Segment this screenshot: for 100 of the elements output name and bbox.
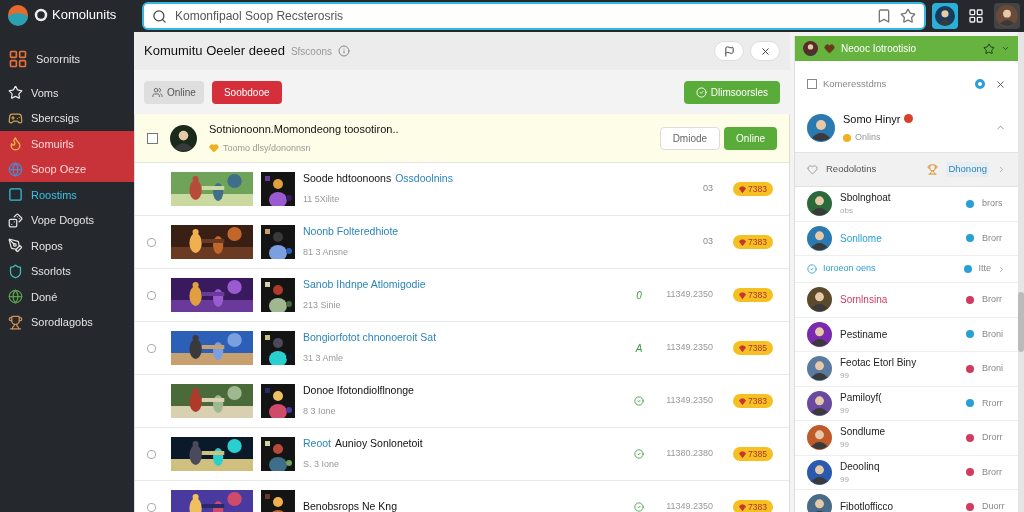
online-filter-button[interactable]: Online: [144, 80, 204, 104]
list-row[interactable]: Sanob Ihdnpe Atlomigodie 213 Sinie 0 11349.2350 7383: [135, 269, 789, 322]
friend-action[interactable]: Rrorr: [982, 396, 1006, 410]
star-icon[interactable]: [983, 42, 995, 55]
friend-action[interactable]: Brorr: [982, 293, 1006, 307]
title-link[interactable]: Sanob Ihdnpe Atlomigodie: [303, 277, 426, 294]
app-name: Komolunits: [52, 6, 117, 25]
sidebar-item[interactable]: Doné: [0, 284, 134, 310]
checkbox[interactable]: [147, 502, 156, 512]
friend-row[interactable]: Sbolnghoat obs brors: [795, 187, 1018, 222]
title-link[interactable]: Reoot: [303, 436, 332, 453]
close-icon[interactable]: [995, 78, 1006, 90]
friend-action[interactable]: Broni: [982, 327, 1006, 341]
status-text: A: [635, 341, 643, 356]
friend-row[interactable]: Pestiname Broni: [795, 317, 1018, 352]
pen-icon: [8, 238, 23, 254]
search-icon: [152, 8, 167, 24]
friend-action[interactable]: Duorr: [982, 500, 1006, 512]
caret-icon[interactable]: [1001, 44, 1010, 53]
friend-action[interactable]: Itte: [978, 262, 991, 276]
heart-icon: [824, 43, 835, 54]
score-badge: 7385: [733, 341, 773, 355]
score-badge: 7383: [733, 235, 773, 249]
grid-icon[interactable]: [968, 8, 984, 24]
flag-button[interactable]: [714, 41, 744, 61]
search-field[interactable]: Komonfipaol Soop Recsterosris: [142, 2, 926, 30]
list-row[interactable]: Reoot Aunioy Sonlonetoit S. 3 Ione 11380.2380 7385: [135, 428, 789, 481]
row-subtitle: S. 3 Ione: [303, 458, 341, 472]
friend-action[interactable]: Broni: [982, 362, 1006, 376]
list-row[interactable]: Bongiorfotot chnonoeroit Sat 31 3 Amle A 11349.2350 7385: [135, 322, 789, 375]
sidebar-item[interactable]: Vope Dogots: [0, 207, 134, 233]
check-icon: [634, 449, 645, 459]
checkbox[interactable]: [147, 132, 158, 144]
row-date: 11349.2350: [666, 288, 714, 302]
score-badge: 7385: [733, 447, 773, 461]
friend-row[interactable]: Pamiloyf( 99 Rrorr: [795, 386, 1018, 421]
row-subtitle: 11 5Xilite: [303, 193, 341, 207]
friend-row[interactable]: Deoolinq 99 Brorr: [795, 455, 1018, 490]
sidebar-item[interactable]: Ssorlots: [0, 258, 134, 284]
sidebar-item[interactable]: Voms: [0, 80, 134, 106]
row-date: 11380.2380: [666, 447, 714, 461]
list-row[interactable]: Donoe Ifotondiolflnonge 8 3 Ione 11349.2350 7383: [135, 375, 789, 428]
checkbox[interactable]: [147, 237, 156, 247]
friend-action[interactable]: Drorr: [982, 431, 1006, 445]
flame-icon: [8, 136, 23, 152]
checkbox[interactable]: [147, 449, 156, 459]
row-title: Donoe Ifotondiolflnonge: [303, 383, 414, 399]
friend-action[interactable]: Brorr: [982, 231, 1006, 245]
section-row[interactable]: Reodolotins Dhonong: [795, 153, 1018, 187]
friend-row[interactable]: Feotac Etorl Biny 99 Broni: [795, 352, 1018, 387]
friend-row[interactable]: Sonllome Brorr: [795, 221, 1018, 256]
sidebar-item[interactable]: Ropos: [0, 233, 134, 259]
friend-row[interactable]: Sornlnsina Brorr: [795, 283, 1018, 318]
action-button[interactable]: Dlimsoorsles: [683, 80, 780, 104]
close-button[interactable]: [750, 41, 780, 61]
friend-subtext: 99: [840, 439, 850, 452]
list-row[interactable]: Benobsrops Ne Kng 11349.2350 7383: [135, 481, 789, 512]
checkbox[interactable]: [807, 79, 817, 89]
secondary-button[interactable]: Dmiode: [659, 126, 721, 150]
sidebar-item[interactable]: Soop Oeze: [0, 156, 134, 182]
friend-action[interactable]: Brorr: [982, 465, 1006, 479]
chevron-right-icon: [997, 264, 1006, 274]
group-name: Ioroeon oens: [823, 262, 876, 276]
list-row[interactable]: Noonb Folteredhiote 81 3 Ansne 03 7383: [135, 216, 789, 269]
featured-row[interactable]: Sotnionoonn.Momondeong toosotiron.. Toomo dlsy/dononnsn Dmiode Online: [135, 114, 789, 163]
star-icon[interactable]: [900, 8, 916, 24]
bookmark-icon[interactable]: [876, 8, 892, 24]
group-row[interactable]: Ioroeon oens Itte: [795, 256, 1018, 283]
title-link[interactable]: Bongiorfotot chnonoeroit Sat: [303, 330, 437, 347]
friend-row[interactable]: Sondlume 99 Drorr: [795, 421, 1018, 456]
sidebar-item[interactable]: Sbercsigs: [0, 105, 134, 131]
check-icon: [634, 396, 645, 406]
user-button[interactable]: [994, 3, 1020, 29]
sidebar-item[interactable]: Sorornits: [0, 42, 134, 76]
sidebar-item[interactable]: Somuirls: [0, 131, 134, 157]
friend-name: Sornlnsina: [840, 293, 888, 308]
checkbox[interactable]: [147, 343, 156, 353]
grid-icon: [8, 49, 28, 69]
checkbox[interactable]: [147, 290, 156, 300]
section-link[interactable]: Dhonong: [946, 162, 989, 177]
online-button[interactable]: Online: [724, 126, 777, 150]
profile-button[interactable]: [932, 3, 958, 29]
gamepad-icon: [8, 110, 23, 126]
avatar-icon: [807, 113, 835, 142]
score-badge: 7383: [733, 500, 773, 512]
friend-row[interactable]: Fibotlofficco Duorr: [795, 490, 1018, 512]
check-icon: [634, 502, 645, 512]
title-link[interactable]: Ossdoolnins: [395, 171, 453, 188]
profile-status: Onlins: [855, 131, 881, 144]
list-row[interactable]: Soode hdtoonoons Ossdoolnins 11 5Xilite 03 7383: [135, 163, 789, 216]
profile-name: Somo Hinyr: [843, 111, 901, 127]
friend-action[interactable]: brors: [982, 197, 1006, 211]
avatar-icon: [996, 5, 1018, 27]
scrollbar[interactable]: [1018, 32, 1024, 512]
friend-subtext: 99: [840, 473, 850, 486]
sidebar-item[interactable]: Sorodlagobs: [0, 309, 134, 335]
trophy-icon: [927, 164, 939, 175]
primary-button[interactable]: Soobdooe: [211, 80, 282, 104]
sidebar-item[interactable]: Roostims: [0, 182, 134, 208]
title-link[interactable]: Noonb Folteredhiote: [303, 224, 399, 241]
